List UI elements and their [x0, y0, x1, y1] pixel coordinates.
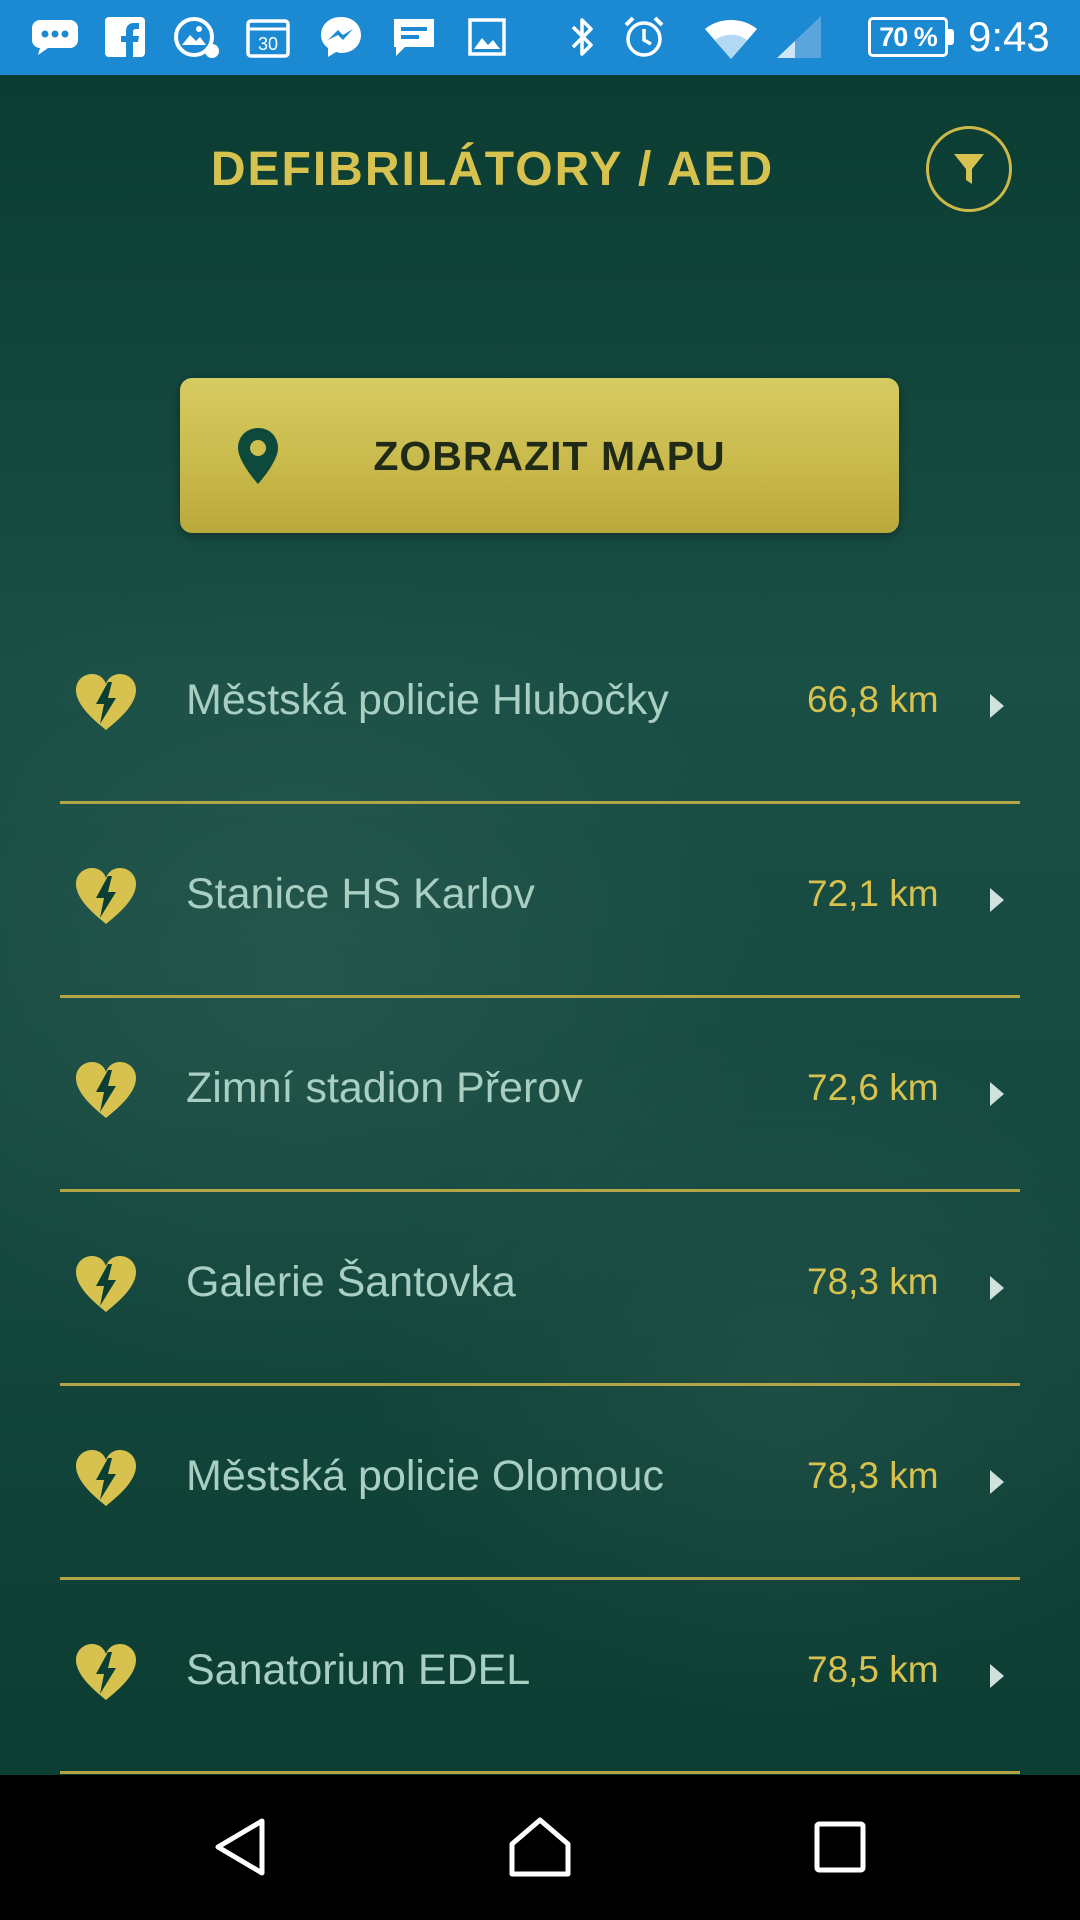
aed-list: Městská policie Hlubočky 66,8 km Stanice… [60, 610, 1020, 1774]
list-item[interactable]: Sanatorium EDEL 78,5 km [60, 1580, 1020, 1774]
image-icon [465, 14, 509, 60]
list-item[interactable]: Městská policie Olomouc 78,3 km [60, 1386, 1020, 1580]
recents-button[interactable] [812, 1815, 868, 1879]
aed-name: Sanatorium EDEL [186, 1646, 531, 1694]
aed-distance: 66,8 km [807, 679, 939, 720]
aed-heart-icon [76, 1062, 136, 1118]
aed-distance: 72,6 km [807, 1067, 939, 1108]
chevron-right-icon [990, 1470, 1004, 1494]
show-map-label: ZOBRAZIT MAPU [373, 433, 726, 479]
wifi-icon [700, 14, 762, 60]
aed-distance: 78,3 km [807, 1261, 939, 1302]
funnel-icon [954, 154, 984, 184]
bluetooth-icon [566, 14, 600, 60]
messenger-icon [316, 14, 366, 60]
list-item[interactable]: Zimní stadion Přerov 72,6 km [60, 998, 1020, 1192]
list-item[interactable]: Městská policie Hlubočky 66,8 km [60, 610, 1020, 804]
page-title: DEFIBRILÁTORY / AED [210, 143, 775, 196]
aed-heart-icon [76, 868, 136, 924]
facebook-icon [102, 14, 148, 60]
filter-button[interactable] [926, 126, 1012, 212]
navigation-bar [0, 1775, 1080, 1920]
aed-heart-icon [76, 1450, 136, 1506]
status-bar: 30 70 % 9:43 [0, 0, 1080, 75]
aed-name: Stanice HS Karlov [186, 870, 535, 918]
aed-heart-icon [76, 1256, 136, 1312]
back-button[interactable] [210, 1815, 270, 1879]
signal-icon [774, 14, 826, 60]
clock: 9:43 [968, 13, 1050, 60]
aed-heart-icon [76, 1644, 136, 1700]
recents-square-icon [814, 1821, 866, 1873]
chevron-right-icon [990, 1082, 1004, 1106]
chevron-right-icon [990, 1276, 1004, 1300]
battery-indicator: 70 % [868, 17, 954, 57]
message-icon [390, 14, 438, 60]
gallery-icon [170, 14, 224, 60]
chevron-right-icon [990, 1664, 1004, 1688]
list-item[interactable]: Stanice HS Karlov 72,1 km [60, 804, 1020, 998]
list-item[interactable]: Galerie Šantovka 78,3 km [60, 1192, 1020, 1386]
home-icon [509, 1817, 571, 1877]
calendar-icon: 30 [244, 14, 292, 60]
chevron-right-icon [990, 694, 1004, 718]
aed-distance: 78,3 km [807, 1455, 939, 1496]
aed-name: Městská policie Hlubočky [186, 676, 669, 724]
aed-name: Zimní stadion Přerov [186, 1064, 583, 1112]
aed-name: Městská policie Olomouc [186, 1452, 664, 1500]
home-button[interactable] [508, 1815, 572, 1879]
show-map-button[interactable]: ZOBRAZIT MAPU [180, 378, 899, 533]
aed-distance: 78,5 km [807, 1649, 939, 1690]
alarm-icon [620, 14, 668, 60]
back-triangle-icon [215, 1818, 265, 1876]
aed-distance: 72,1 km [807, 873, 939, 914]
aed-heart-icon [76, 674, 136, 730]
svg-text:30: 30 [258, 34, 278, 54]
chat-bubble-icon [28, 14, 82, 60]
chevron-right-icon [990, 888, 1004, 912]
aed-name: Galerie Šantovka [186, 1258, 516, 1306]
